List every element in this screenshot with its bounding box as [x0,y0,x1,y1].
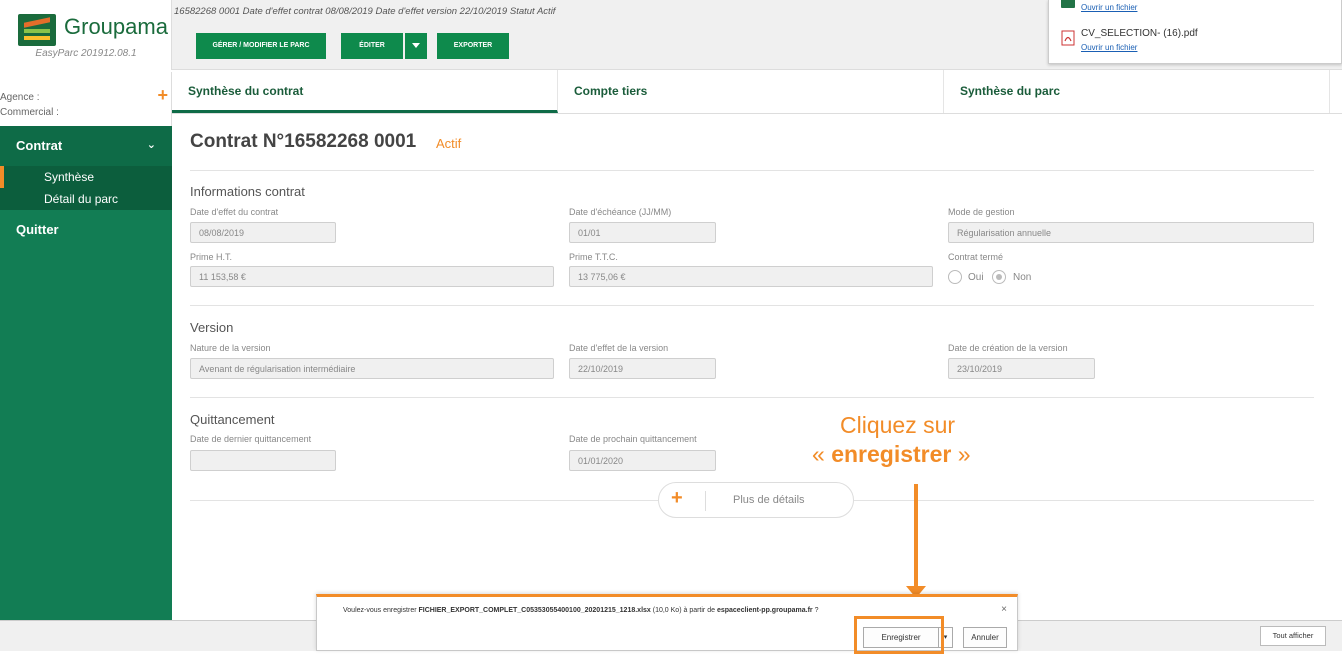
tab-compte-tiers[interactable]: Compte tiers [558,70,944,113]
divider [854,500,1314,501]
show-all-button[interactable]: Tout afficher [1260,626,1326,646]
radio-label-non: Non [1013,272,1032,283]
section-title-quittancement: Quittancement [190,412,275,427]
logo-area: Groupama EasyParc 201912.08.1 [0,0,172,70]
downloads-panel: Ouvrir un fichier CV_SELECTION- (16).pdf… [1048,0,1342,64]
brand-name: Groupama [64,14,168,39]
sidebar-item-synthese[interactable]: Synthèse [0,166,172,188]
field-label: Prime T.T.C. [569,252,618,262]
close-icon[interactable]: × [1001,604,1007,615]
edit-button[interactable]: ÉDITER [341,33,403,59]
tab-synthese-contrat[interactable]: Synthèse du contrat [172,70,558,113]
sidebar-item-detail-parc[interactable]: Détail du parc [0,188,172,210]
field-label: Date de création de la version [948,343,1068,353]
download-message: Voulez-vous enregistrer FICHIER_EXPORT_C… [343,607,819,614]
nature-version-field: Avenant de régularisation intermédiaire [190,358,554,379]
divider [705,491,706,511]
annotation-quote-close: » [951,441,971,467]
sidebar-item-quitter[interactable]: Quitter [0,210,172,249]
annotation-quote-open: « [812,441,832,467]
agence-label: Agence : [0,92,40,103]
annotation-line2: « enregistrer » [812,441,971,468]
manage-fleet-button[interactable]: GÉRER / MODIFIER LE PARC [196,33,326,59]
field-label: Mode de gestion [948,207,1015,217]
tab-bar: Synthèse du contrat Compte tiers Synthès… [172,70,1342,114]
commercial-label: Commercial : [0,107,59,118]
msg-text: (10,0 Ko) à partir de [650,607,717,614]
more-details-button[interactable]: + Plus de détails [658,482,854,518]
divider [190,500,658,501]
radio-non[interactable] [992,270,1006,284]
prime-ht-field: 11 153,58 € [190,266,554,287]
section-title-informations: Informations contrat [190,184,305,199]
date-effet-version-field: 22/10/2019 [569,358,716,379]
status-badge: Actif [436,136,462,151]
msg-text: Voulez-vous enregistrer [343,607,419,614]
date-creation-version-field: 23/10/2019 [948,358,1095,379]
plus-icon: + [671,487,683,509]
annotation-arrow [914,484,918,588]
field-label: Date d'effet du contrat [190,207,279,217]
sidebar: Contrat ⌄ Synthèse Détail du parc Quitte… [0,126,172,620]
more-details-label: Plus de détails [733,494,805,506]
edit-dropdown-button[interactable] [405,33,427,59]
radio-oui[interactable] [948,270,962,284]
prochain-quittancement-field: 01/01/2020 [569,450,716,471]
echeance-field: 01/01 [569,222,716,243]
cancel-button[interactable]: Annuler [963,627,1007,648]
download-site: espaceclient-pp.groupama.fr [716,607,813,614]
mode-gestion-field: Régularisation annuelle [948,222,1314,243]
tab-synthese-parc[interactable]: Synthèse du parc [944,70,1330,113]
annotation-keyword: enregistrer [831,441,952,467]
pdf-file-icon [1061,30,1075,46]
page-title: Contrat N°16582268 0001 [190,131,417,152]
field-label: Date d'échéance (JJ/MM) [569,207,672,217]
add-agency-icon[interactable]: + [157,85,168,106]
open-file-link[interactable]: Ouvrir un fichier [1081,43,1137,52]
chevron-down-icon [412,42,420,48]
export-button[interactable]: EXPORTER [437,33,509,59]
excel-file-icon [1061,0,1075,8]
field-label: Prime H.T. [190,252,233,262]
field-label: Nature de la version [190,343,271,353]
app-version: EasyParc 201912.08.1 [35,48,137,59]
open-file-link[interactable]: Ouvrir un fichier [1081,3,1137,12]
divider [190,170,1314,171]
sidebar-item-contrat[interactable]: Contrat ⌄ [0,126,172,166]
field-label: Date de prochain quittancement [569,434,697,444]
field-label: Date de dernier quittancement [190,434,312,444]
date-effet-field: 08/08/2019 [190,222,336,243]
field-label: Contrat termé [948,252,1004,262]
agency-panel: Agence : Commercial : + [0,72,172,126]
msg-text: ? [812,607,819,614]
contract-summary-line: 16582268 0001 Date d'effet contrat 08/08… [174,6,556,17]
download-filename: FICHIER_EXPORT_COMPLET_C05353055400100_2… [418,607,651,614]
divider [190,397,1314,398]
radio-label-oui: Oui [968,272,984,283]
annotation-highlight-box [854,616,944,654]
sidebar-submenu: Synthèse Détail du parc [0,166,172,210]
chevron-down-icon: ⌄ [146,139,156,151]
annotation-line1: Cliquez sur [840,412,956,438]
main-content: Contrat N°16582268 0001 Actif Informatio… [172,114,1342,620]
dernier-quittancement-field [190,450,336,471]
file-name: CV_SELECTION- (16).pdf [1081,28,1198,39]
divider [190,305,1314,306]
field-label: Date d'effet de la version [569,343,669,353]
sidebar-item-label: Contrat [16,138,63,153]
section-title-version: Version [190,320,234,335]
groupama-logo-icon [18,14,56,46]
prime-ttc-field: 13 775,06 € [569,266,933,287]
